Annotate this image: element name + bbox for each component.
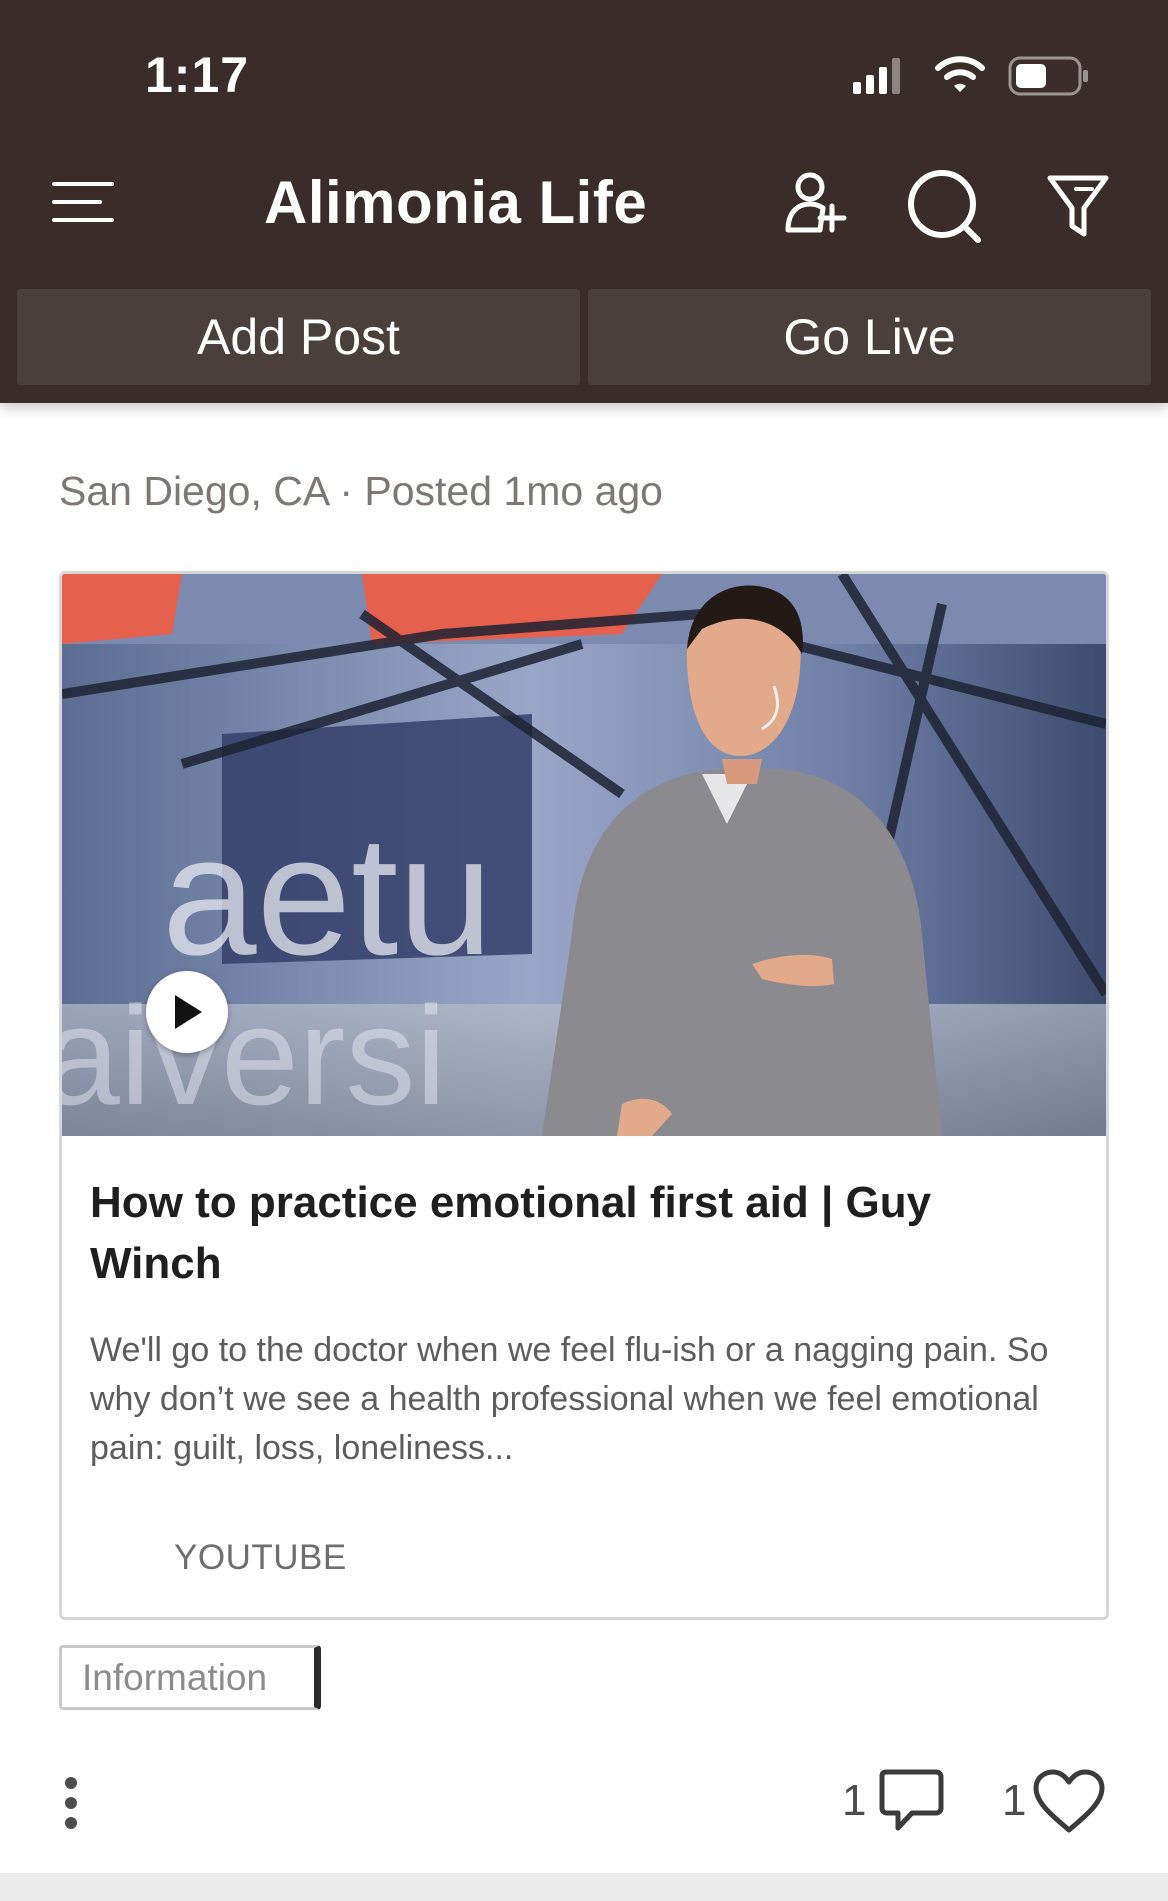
- card-description: We'll go to the doctor when we feel flu-…: [90, 1331, 1049, 1467]
- cellular-signal-icon: [853, 58, 900, 94]
- svg-text:aetu: aetu: [162, 801, 493, 991]
- speaker-image: aetu aiversi: [62, 574, 1106, 1136]
- app-header: 1:17 Alimonia Life Add Post Go Live: [0, 0, 1168, 403]
- post-meta: San Diego, CA · Posted 1mo ago: [59, 468, 663, 514]
- battery-icon: [1008, 56, 1088, 96]
- video-thumbnail[interactable]: aetu aiversi: [62, 574, 1106, 1136]
- go-live-button[interactable]: Go Live: [588, 289, 1151, 385]
- add-user-icon[interactable]: [782, 170, 850, 238]
- link-preview-card[interactable]: aetu aiversi How to practice emotional f…: [59, 571, 1109, 1620]
- status-time: 1:17: [145, 47, 250, 103]
- svg-text:aiversi: aiversi: [62, 977, 447, 1134]
- more-options-icon[interactable]: [60, 1776, 82, 1830]
- card-title[interactable]: How to practice emotional first aid | Gu…: [90, 1172, 950, 1294]
- filter-icon[interactable]: [1046, 174, 1110, 240]
- category-tag[interactable]: Information: [59, 1645, 321, 1710]
- wifi-icon: [935, 56, 985, 92]
- card-source: YOUTUBE: [174, 1538, 347, 1577]
- comment-icon[interactable]: [876, 1768, 946, 1834]
- play-icon[interactable]: [146, 971, 228, 1053]
- comment-count: 1: [842, 1776, 867, 1825]
- search-icon[interactable]: [906, 168, 984, 246]
- feed-separator: [0, 1873, 1168, 1901]
- like-count: 1: [1002, 1776, 1027, 1825]
- heart-icon[interactable]: [1032, 1768, 1106, 1834]
- app-title: Alimonia Life: [264, 169, 648, 236]
- add-post-button[interactable]: Add Post: [17, 289, 580, 385]
- menu-icon[interactable]: [52, 180, 114, 226]
